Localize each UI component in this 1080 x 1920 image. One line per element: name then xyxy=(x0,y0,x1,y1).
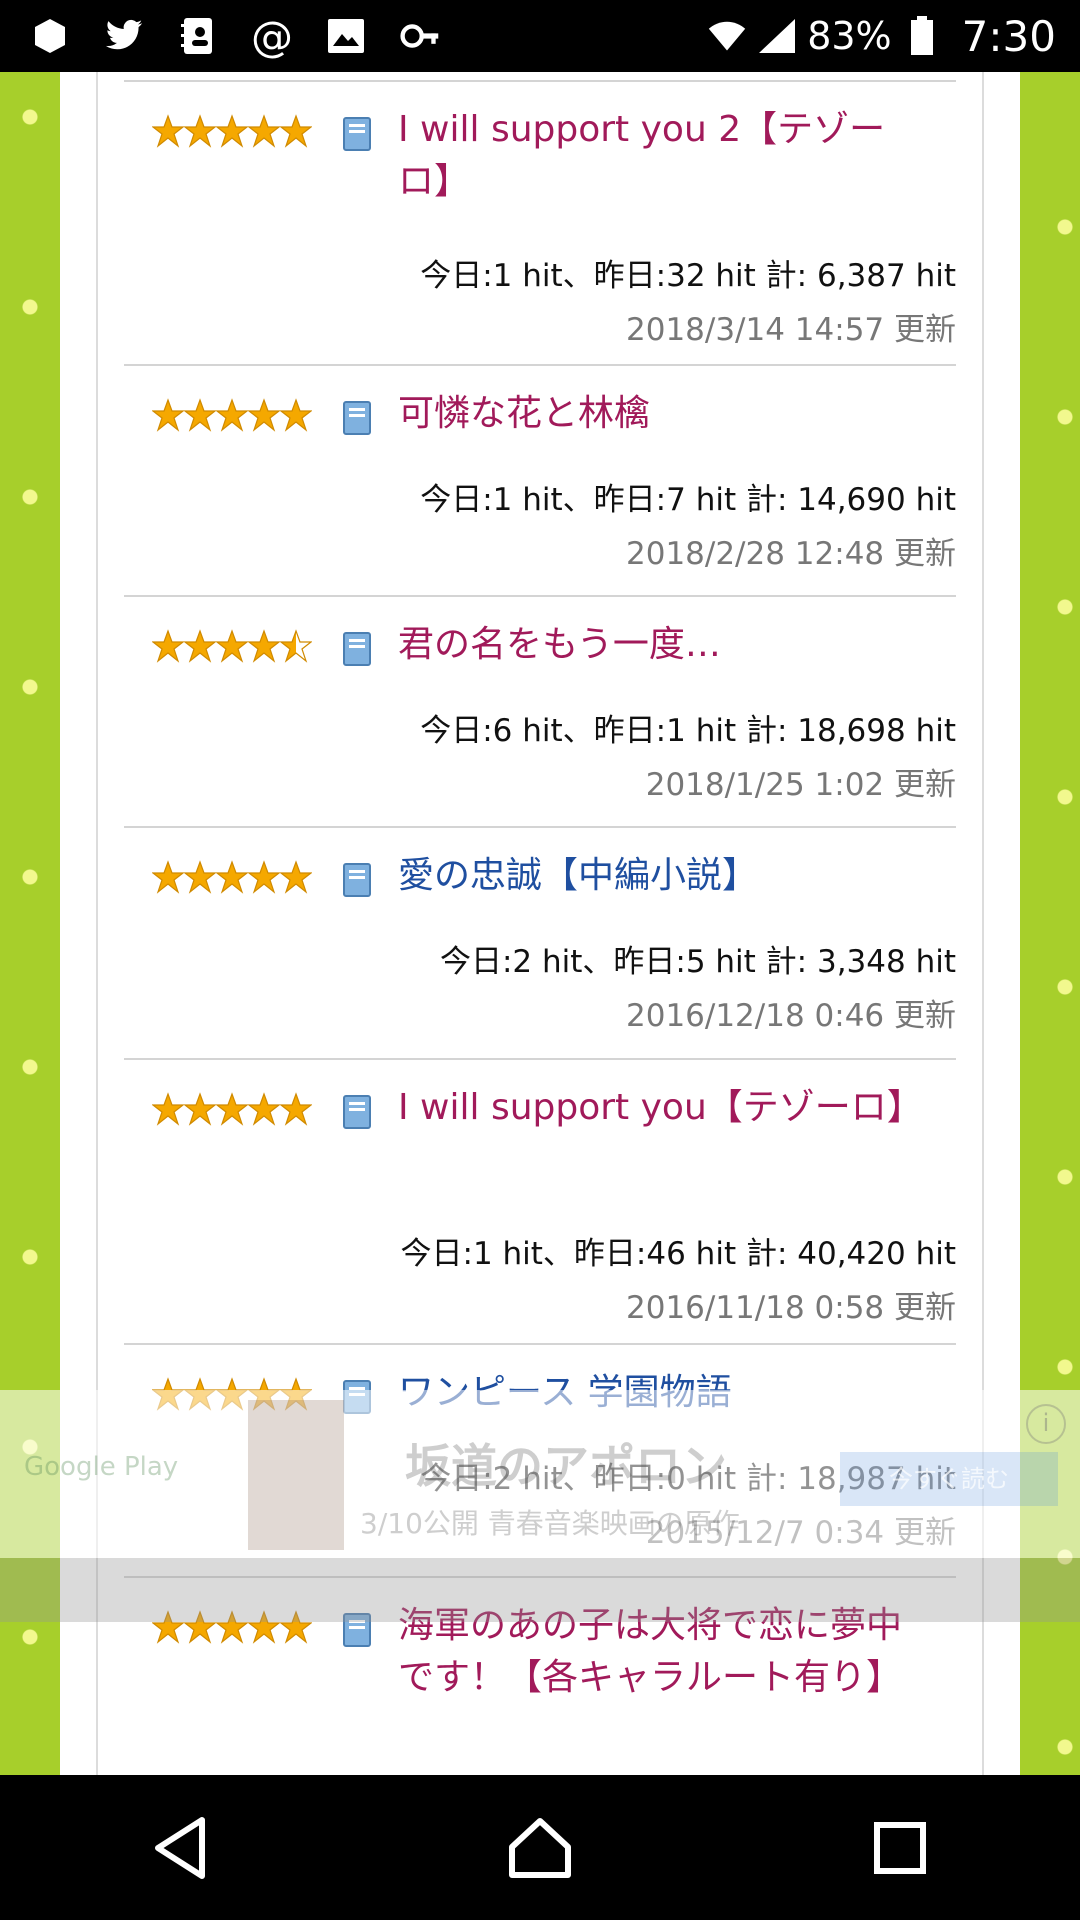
star-rating xyxy=(152,860,312,894)
star-icon xyxy=(216,629,248,663)
entry-title-link[interactable]: 君の名をもう一度… xyxy=(398,619,918,671)
ad-pr-label: (PR) xyxy=(505,1734,580,1775)
star-icon xyxy=(248,114,280,148)
star-icon xyxy=(152,860,184,894)
twitter-icon xyxy=(104,16,144,56)
ad-cta-button[interactable]: 今すぐ読む xyxy=(840,1452,1058,1506)
book-icon xyxy=(342,631,372,667)
star-icon xyxy=(248,860,280,894)
entry-title-link[interactable]: I will support you 2【テゾーロ】 xyxy=(398,104,918,208)
wifi-icon xyxy=(707,16,747,56)
star-icon xyxy=(280,1092,312,1126)
star-rating xyxy=(152,1092,312,1126)
updated-timestamp: 2018/1/25 1:02 更新 xyxy=(645,767,956,803)
battery-percent: 83% xyxy=(807,14,892,58)
star-icon xyxy=(152,398,184,432)
star-rating xyxy=(152,398,312,432)
star-icon xyxy=(184,629,216,663)
star-icon xyxy=(184,398,216,432)
navigation-bar xyxy=(0,1775,1080,1920)
book-icon xyxy=(342,1094,372,1130)
book-icon xyxy=(342,862,372,898)
star-icon xyxy=(280,114,312,148)
clock: 7:30 xyxy=(961,11,1056,61)
home-button[interactable] xyxy=(490,1798,590,1898)
app-icon xyxy=(30,16,70,56)
list-item[interactable]: 愛の忠誠【中編小説】今日:2 hit、昨日:5 hit 計: 3,348 hit… xyxy=(124,826,956,1034)
hit-count: 今日:1 hit、昨日:32 hit 計: 6,387 hit xyxy=(420,258,956,294)
hit-count: 今日:6 hit、昨日:1 hit 計: 18,698 hit xyxy=(420,713,956,749)
book-icon xyxy=(342,400,372,436)
ad-panel[interactable]: Google Play 坂道のアポロン 3/10公開 青春音楽映画の原作 今すぐ… xyxy=(0,1390,1080,1558)
star-icon xyxy=(152,629,184,663)
hit-count: 今日:2 hit、昨日:5 hit 計: 3,348 hit xyxy=(439,944,956,980)
updated-timestamp: 2016/12/18 0:46 更新 xyxy=(626,998,956,1034)
contacts-icon xyxy=(178,16,218,56)
key-icon xyxy=(400,16,440,56)
status-bar: @ 83% 7:30 xyxy=(0,0,1080,72)
star-icon xyxy=(216,114,248,148)
hit-count: 今日:1 hit、昨日:46 hit 計: 40,420 hit xyxy=(400,1236,957,1272)
ad-thumbnail xyxy=(248,1400,344,1550)
star-icon xyxy=(152,1092,184,1126)
at-icon: @ xyxy=(251,11,293,61)
hit-count: 今日:1 hit、昨日:7 hit 計: 14,690 hit xyxy=(420,482,956,518)
book-icon xyxy=(342,116,372,152)
recents-button[interactable] xyxy=(850,1798,950,1898)
updated-timestamp: 2018/2/28 12:48 更新 xyxy=(626,536,956,572)
battery-icon xyxy=(902,16,942,56)
entry-title-link[interactable]: 愛の忠誠【中編小説】 xyxy=(398,850,918,902)
star-icon xyxy=(184,114,216,148)
star-icon xyxy=(280,398,312,432)
star-icon xyxy=(216,860,248,894)
back-button[interactable] xyxy=(130,1798,230,1898)
image-icon xyxy=(326,16,366,56)
star-icon xyxy=(248,629,280,663)
ad-footer: (PR) xyxy=(0,1558,1080,1775)
star-icon xyxy=(216,398,248,432)
star-rating xyxy=(152,114,312,148)
star-icon xyxy=(248,398,280,432)
list-item[interactable]: I will support you 2【テゾーロ】今日:1 hit、昨日:32… xyxy=(124,80,956,348)
list-item[interactable]: 君の名をもう一度… 今日:6 hit、昨日:1 hit 計: 18,698 hit… xyxy=(124,595,956,803)
entry-title-link[interactable]: 可憐な花と林檎 xyxy=(398,388,918,440)
star-icon xyxy=(248,1092,280,1126)
google-play-label: Google Play xyxy=(24,1452,179,1482)
star-icon xyxy=(280,629,312,663)
star-icon xyxy=(152,114,184,148)
list-item[interactable]: I will support you【テゾーロ】今日:1 hit、昨日:46 h… xyxy=(124,1058,956,1326)
star-icon xyxy=(280,860,312,894)
star-icon xyxy=(184,860,216,894)
ad-title: 坂道のアポロン xyxy=(405,1439,727,1493)
ad-banner[interactable]: Google Play 坂道のアポロン 3/10公開 青春音楽映画の原作 今すぐ… xyxy=(0,1390,1080,1775)
ad-subtitle: 3/10公開 青春音楽映画の原作 xyxy=(360,1507,740,1540)
updated-timestamp: 2016/11/18 0:58 更新 xyxy=(626,1290,956,1326)
recents-icon xyxy=(874,1821,926,1874)
star-icon xyxy=(216,1092,248,1126)
home-icon xyxy=(509,1817,571,1878)
entry-title-link[interactable]: I will support you【テゾーロ】 xyxy=(398,1082,923,1134)
star-icon xyxy=(184,1092,216,1126)
signal-icon xyxy=(757,16,797,56)
list-item[interactable]: 可憐な花と林檎今日:1 hit、昨日:7 hit 計: 14,690 hit 20… xyxy=(124,364,956,572)
star-rating xyxy=(152,629,312,663)
ad-info-icon[interactable]: i xyxy=(1026,1404,1066,1444)
updated-timestamp: 2018/3/14 14:57 更新 xyxy=(626,312,956,348)
back-icon xyxy=(155,1816,205,1879)
